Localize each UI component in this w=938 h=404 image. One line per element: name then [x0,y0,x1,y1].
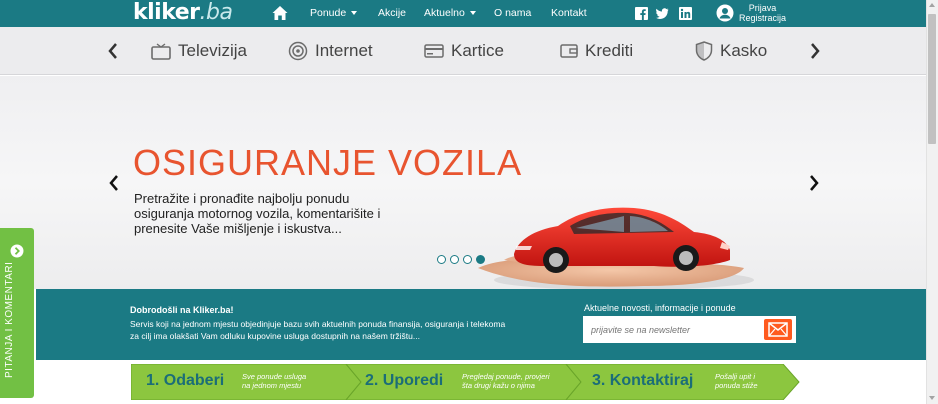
hero-title: OSIGURANJE VOZILA [133,142,523,183]
linkedin-icon[interactable] [679,7,692,20]
scroll-up-arrow-icon[interactable] [929,3,935,7]
newsletter-submit-button[interactable] [764,319,792,340]
wifi-icon [288,41,308,61]
facebook-icon[interactable] [635,7,648,20]
welcome-title: Dobrodošli na Kliker.ba! [130,305,234,315]
chevron-down-icon [351,11,358,16]
category-kasko[interactable]: Kasko [695,40,767,62]
step-1-subtitle-line2: na jednom mjestu [242,381,302,390]
scroll-down-arrow-icon[interactable] [929,396,935,400]
tv-icon [151,43,171,60]
logo-suffix: .ba [199,0,233,25]
nav-ponude[interactable]: Ponude [310,7,358,19]
slider-dot[interactable] [450,255,459,264]
step-2-subtitle-line1: Pregledaj ponude, provjeri [462,372,550,381]
welcome-text: Servis koji na jednom mjestu objedinjuje… [130,319,506,341]
hero-slider: OSIGURANJE VOZILA Pretražite i pronađite… [0,76,926,289]
slider-dot[interactable] [463,255,472,264]
newsletter-label: Aktuelne novosti, informacije i ponude [584,303,736,313]
step-3-subtitle-line1: Pošalji upit i [715,372,756,381]
login-link[interactable]: Prijava [739,3,786,13]
category-label: Internet [315,41,373,60]
register-link[interactable]: Registracija [739,13,786,23]
step-1-subtitle-line1: Sve ponude usluga [242,372,307,381]
slider-prev-arrow-icon[interactable] [108,174,120,192]
card-icon [424,44,444,58]
newsletter-input[interactable] [583,316,761,343]
category-krediti[interactable]: Krediti [560,40,633,62]
category-bar: Televizija Internet Kartice Krediti Kask… [0,27,926,75]
chevron-down-icon [469,11,476,16]
chevron-right-circle-icon [10,244,24,258]
scrollbar-thumb[interactable] [928,14,936,144]
step-1-subtitle: Sve ponude usluga na jednom mjestu [242,372,306,390]
envelope-icon [768,322,788,337]
slider-dot-active[interactable] [476,255,485,264]
nav-aktuelno[interactable]: Aktuelno [424,7,476,19]
home-icon[interactable] [272,5,288,21]
category-internet[interactable]: Internet [288,40,373,62]
nav-kontakt[interactable]: Kontakt [551,7,587,19]
category-next-arrow-icon[interactable] [808,41,822,61]
category-label: Krediti [585,41,634,60]
slider-next-arrow-icon[interactable] [808,174,820,192]
step-2-subtitle-line2: šta drugi kažu o njima [462,381,535,390]
nav-akcije[interactable]: Akcije [378,7,406,19]
nav-aktuelno-label: Aktuelno [424,7,465,19]
nav-o-nama-label: O nama [494,7,532,19]
hero-description: Pretražite i pronađite najbolju ponudu o… [134,191,381,236]
questions-comments-label: PITANJA I KOMENTARI [4,261,15,378]
page: kliker.ba Ponude Akcije Aktuelno O nama … [0,0,938,404]
slider-dots [437,255,485,264]
step-3-title: 3. Kontaktiraj [592,372,694,389]
car-in-hand-image [478,207,754,289]
category-label: Kasko [720,41,768,60]
shield-icon [695,41,713,61]
newsletter-form [583,316,796,343]
slider-dot[interactable] [437,255,446,264]
step-3-subtitle: Pošalji upit i ponuda stiže [715,372,758,390]
step-1-title: 1. Odaberi [146,372,225,389]
wallet-icon [560,44,578,58]
step-2-title: 2. Uporedi [365,372,444,389]
logo-text: kliker [133,0,200,25]
site-logo[interactable]: kliker.ba [133,0,233,25]
step-3-subtitle-line2: ponuda stiže [715,381,758,390]
nav-o-nama[interactable]: O nama [494,7,531,19]
nav-akcije-label: Akcije [378,7,407,19]
category-label: Televizija [178,41,247,60]
category-kartice[interactable]: Kartice [424,40,504,62]
category-televizija[interactable]: Televizija [151,40,247,62]
step-2-subtitle: Pregledaj ponude, provjeri šta drugi kažu… [462,372,550,390]
login-register-link[interactable]: Prijava Registracija [739,3,786,23]
category-prev-arrow-icon[interactable] [106,41,120,61]
nav-kontakt-label: Kontakt [551,7,587,19]
twitter-icon[interactable] [656,7,669,20]
category-label: Kartice [451,41,504,60]
user-icon[interactable] [716,4,734,22]
nav-ponude-label: Ponude [310,7,347,19]
